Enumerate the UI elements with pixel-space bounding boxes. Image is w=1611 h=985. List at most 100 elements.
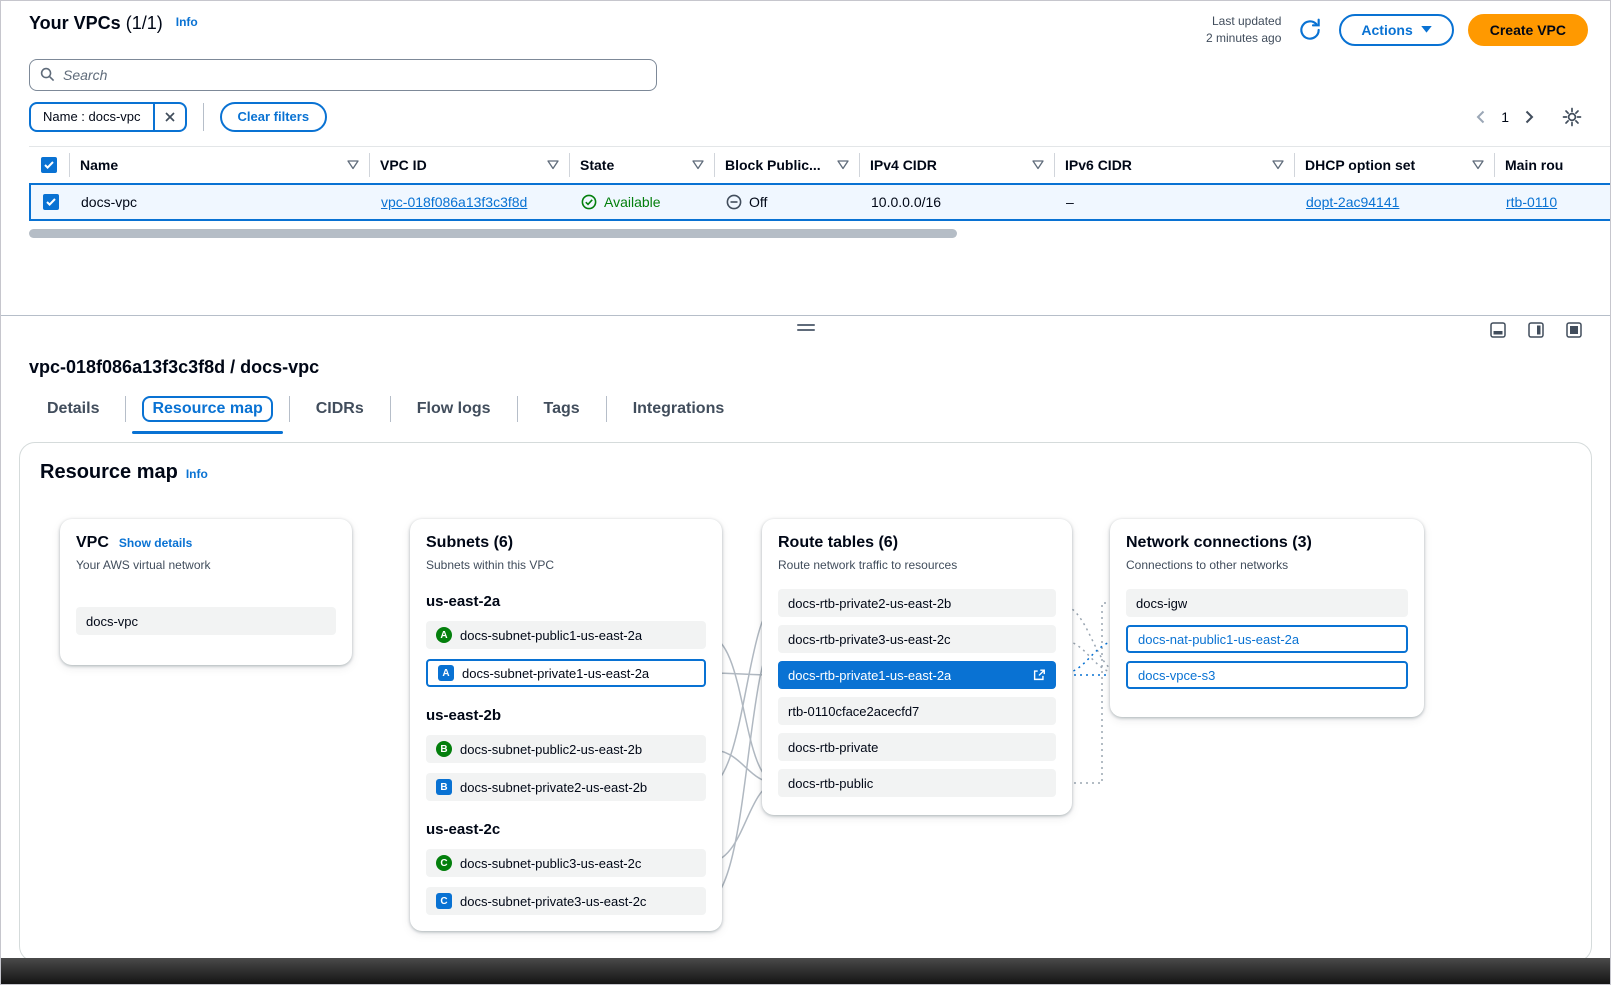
search-box[interactable]: [29, 59, 657, 91]
page-number[interactable]: 1: [1499, 109, 1511, 125]
vpc-name: docs-vpc: [81, 194, 137, 210]
panel-bottom-button[interactable]: [1490, 322, 1506, 338]
status-off-icon: [726, 194, 742, 210]
check-icon: [46, 198, 56, 206]
page-title: Your VPCs (1/1) Info: [29, 13, 198, 34]
row-checkbox[interactable]: [43, 194, 59, 210]
panel-full-button[interactable]: [1566, 322, 1582, 338]
filter-chip: Name : docs-vpc: [29, 102, 187, 132]
column-header-vpc-id[interactable]: VPC ID: [369, 153, 569, 177]
ipv6-value: –: [1066, 194, 1074, 210]
panel-layout-controls: [1490, 322, 1582, 338]
subnet-item-private3[interactable]: C docs-subnet-private3-us-east-2c: [426, 887, 706, 915]
network-connections-column: Network connections (3) Connections to o…: [1110, 519, 1424, 717]
refresh-button[interactable]: [1295, 15, 1325, 45]
block-public-label: Off: [749, 194, 767, 210]
public-subnet-badge: A: [436, 627, 452, 643]
vpc-item[interactable]: docs-vpc: [76, 607, 336, 635]
az-heading: us-east-2c: [426, 821, 706, 839]
subnet-item-private2[interactable]: B docs-subnet-private2-us-east-2b: [426, 773, 706, 801]
select-all-checkbox[interactable]: [41, 157, 57, 173]
bottom-bar: [1, 958, 1610, 984]
tab-integrations[interactable]: Integrations: [607, 392, 751, 434]
panel-bottom-icon: [1490, 322, 1506, 338]
column-header-state[interactable]: State: [569, 153, 714, 177]
column-header-dhcp-option-set[interactable]: DHCP option set: [1294, 153, 1494, 177]
route-table-item-selected[interactable]: docs-rtb-private1-us-east-2a: [778, 661, 1056, 689]
column-header-name[interactable]: Name: [69, 153, 369, 177]
subnet-item-public3[interactable]: C docs-subnet-public3-us-east-2c: [426, 849, 706, 877]
column-header-ipv6-cidr[interactable]: IPv6 CIDR: [1054, 153, 1294, 177]
subnets-column: Subnets (6) Subnets within this VPC us-e…: [410, 519, 722, 931]
tab-flow-logs[interactable]: Flow logs: [391, 392, 517, 434]
column-header-block-public[interactable]: Block Public...: [714, 153, 859, 177]
resource-map-card: Resource map Info: [19, 442, 1592, 962]
horizontal-scrollbar[interactable]: [29, 229, 957, 238]
network-item-nat[interactable]: docs-nat-public1-us-east-2a: [1126, 625, 1408, 653]
next-page-button[interactable]: [1523, 108, 1536, 126]
column-label: IPv4 CIDR: [870, 157, 937, 173]
table-header-row: Name VPC ID State Block Public...: [29, 146, 1610, 183]
tab-tags[interactable]: Tags: [518, 392, 606, 434]
tab-resource-map[interactable]: Resource map: [126, 392, 288, 434]
vpc-id-link[interactable]: vpc-018f086a13f3c3f8d: [381, 194, 527, 210]
resource-map-header: Resource map Info: [40, 461, 1571, 484]
preferences-button[interactable]: [1560, 105, 1584, 129]
column-label: Main rou: [1505, 157, 1563, 173]
table-row[interactable]: docs-vpc vpc-018f086a13f3c3f8d Available…: [29, 183, 1610, 221]
filter-chip-label: Name : docs-vpc: [31, 104, 153, 130]
cell-name: docs-vpc: [71, 194, 371, 210]
network-item-vpce[interactable]: docs-vpce-s3: [1126, 661, 1408, 689]
filter-icon[interactable]: [347, 160, 359, 170]
panel-side-button[interactable]: [1528, 322, 1544, 338]
clear-filters-label: Clear filters: [238, 109, 310, 124]
create-vpc-button[interactable]: Create VPC: [1468, 14, 1588, 46]
main-route-table-link[interactable]: rtb-0110: [1506, 194, 1557, 210]
filter-icon[interactable]: [547, 160, 559, 170]
search-input[interactable]: [63, 67, 646, 83]
actions-button[interactable]: Actions: [1339, 14, 1453, 46]
network-item-igw[interactable]: docs-igw: [1126, 589, 1408, 617]
info-link[interactable]: Info: [186, 467, 208, 481]
subnet-item-public2[interactable]: B docs-subnet-public2-us-east-2b: [426, 735, 706, 763]
column-header-main-route-table[interactable]: Main rou: [1494, 153, 1610, 177]
route-table-item[interactable]: docs-rtb-private3-us-east-2c: [778, 625, 1056, 653]
vpc-list-pane: Your VPCs (1/1) Info Last updated 2 minu…: [1, 1, 1610, 315]
remove-filter-button[interactable]: [153, 104, 185, 130]
route-tables-column: Route tables (6) Route network traffic t…: [762, 519, 1072, 815]
actions-button-label: Actions: [1361, 22, 1412, 38]
info-link[interactable]: Info: [176, 15, 198, 29]
tab-details[interactable]: Details: [21, 392, 125, 434]
close-icon: [164, 111, 176, 123]
previous-page-button[interactable]: [1474, 108, 1487, 126]
divider: [203, 103, 204, 131]
external-link-icon[interactable]: [1032, 668, 1046, 682]
dhcp-option-set-link[interactable]: dopt-2ac94141: [1306, 194, 1399, 210]
public-subnet-badge: B: [436, 741, 452, 757]
route-table-item[interactable]: docs-rtb-private: [778, 733, 1056, 761]
network-connections-column-title: Network connections (3): [1126, 533, 1408, 553]
column-header-ipv4-cidr[interactable]: IPv4 CIDR: [859, 153, 1054, 177]
show-details-link[interactable]: Show details: [119, 536, 192, 550]
clear-filters-button[interactable]: Clear filters: [220, 102, 328, 132]
page-header: Your VPCs (1/1) Info Last updated 2 minu…: [29, 13, 1588, 47]
tab-cidrs[interactable]: CIDRs: [290, 392, 390, 434]
route-table-item[interactable]: docs-rtb-private2-us-east-2b: [778, 589, 1056, 617]
vpc-detail-pane: vpc-018f086a13f3c3f8d / docs-vpc Details…: [1, 357, 1610, 962]
column-label: DHCP option set: [1305, 157, 1415, 173]
route-table-item[interactable]: docs-rtb-public: [778, 769, 1056, 797]
drag-handle-icon[interactable]: [797, 324, 815, 331]
subnet-item-private1[interactable]: A docs-subnet-private1-us-east-2a: [426, 659, 706, 687]
caret-down-icon: [1421, 26, 1432, 33]
filter-icon[interactable]: [1272, 160, 1284, 170]
private-subnet-badge: A: [438, 665, 454, 681]
pagination: 1: [1474, 108, 1536, 126]
route-table-item[interactable]: rtb-0110cface2acecfd7: [778, 697, 1056, 725]
filter-icon[interactable]: [1032, 160, 1044, 170]
filter-icon[interactable]: [837, 160, 849, 170]
subnet-item-public1[interactable]: A docs-subnet-public1-us-east-2a: [426, 621, 706, 649]
filter-icon[interactable]: [692, 160, 704, 170]
filter-icon[interactable]: [1472, 160, 1484, 170]
chevron-left-icon: [1476, 110, 1485, 124]
cell-state: Available: [571, 194, 716, 210]
